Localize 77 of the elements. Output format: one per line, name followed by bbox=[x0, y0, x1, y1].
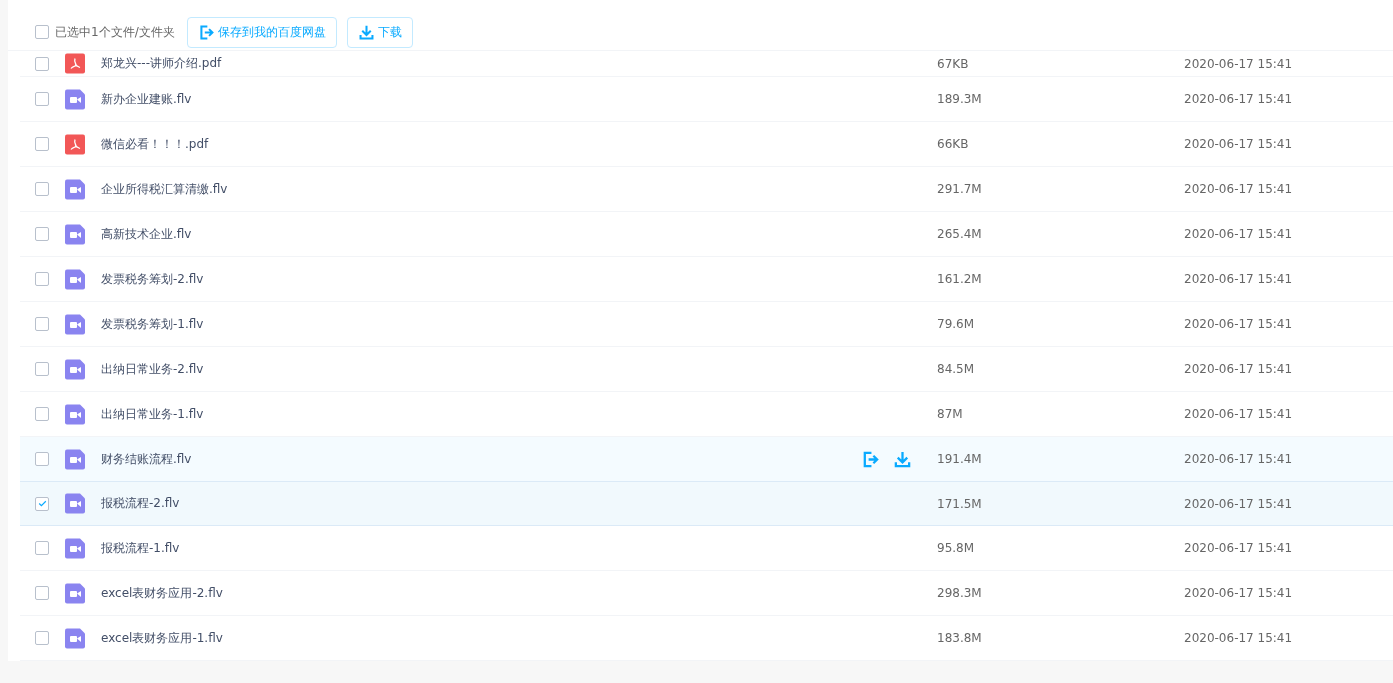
file-size: 183.8M bbox=[937, 631, 983, 645]
modified-date: 2020-06-17 15:41 bbox=[1184, 362, 1293, 376]
checkbox[interactable] bbox=[35, 586, 49, 600]
video-file-icon bbox=[65, 403, 85, 425]
checkbox[interactable] bbox=[35, 25, 49, 39]
checkbox[interactable] bbox=[35, 227, 49, 241]
file-name[interactable]: 微信必看！！！.pdf bbox=[101, 135, 861, 153]
modified-date: 2020-06-17 15:41 bbox=[1184, 317, 1293, 331]
video-file-icon bbox=[65, 537, 85, 559]
pdf-file-icon bbox=[65, 133, 85, 155]
file-name[interactable]: excel表财务应用-2.flv bbox=[101, 584, 861, 602]
file-name[interactable]: 财务结账流程.flv bbox=[101, 450, 861, 468]
file-size: 66KB bbox=[937, 137, 970, 151]
file-size: 171.5M bbox=[937, 496, 983, 511]
file-size: 298.3M bbox=[937, 586, 983, 600]
modified-date: 2020-06-17 15:41 bbox=[1184, 182, 1293, 196]
modified-date: 2020-06-17 15:41 bbox=[1184, 407, 1293, 421]
modified-date: 2020-06-17 15:41 bbox=[1184, 452, 1293, 466]
file-size: 95.8M bbox=[937, 541, 976, 555]
video-file-icon bbox=[65, 313, 85, 335]
checkbox[interactable] bbox=[35, 317, 49, 331]
file-size: 67KB bbox=[937, 56, 970, 71]
checkbox[interactable] bbox=[35, 631, 49, 645]
video-file-icon bbox=[65, 627, 85, 649]
checkbox[interactable] bbox=[35, 496, 49, 511]
file-name[interactable]: excel表财务应用-1.flv bbox=[101, 629, 861, 647]
export-icon bbox=[197, 23, 215, 41]
file-size: 191.4M bbox=[937, 452, 983, 466]
file-size: 84.5M bbox=[937, 362, 976, 376]
file-name[interactable]: 报税流程-1.flv bbox=[101, 539, 861, 557]
checkmark-icon bbox=[36, 498, 48, 509]
checkbox[interactable] bbox=[35, 452, 49, 466]
selection-count-label: 已选中1个文件/文件夹 bbox=[55, 23, 175, 41]
video-file-icon bbox=[65, 178, 85, 200]
file-size: 291.7M bbox=[937, 182, 983, 196]
video-file-icon bbox=[65, 268, 85, 290]
checkbox[interactable] bbox=[35, 56, 49, 71]
modified-date: 2020-06-17 15:41 bbox=[1184, 496, 1293, 511]
video-file-icon bbox=[65, 358, 85, 380]
export-icon[interactable] bbox=[861, 449, 880, 469]
file-name[interactable]: 出纳日常业务-1.flv bbox=[101, 405, 861, 423]
modified-date: 2020-06-17 15:41 bbox=[1184, 586, 1293, 600]
modified-date: 2020-06-17 15:41 bbox=[1184, 227, 1293, 241]
modified-date: 2020-06-17 15:41 bbox=[1184, 56, 1293, 71]
modified-date: 2020-06-17 15:41 bbox=[1184, 272, 1293, 286]
checkbox[interactable] bbox=[35, 137, 49, 151]
checkbox[interactable] bbox=[35, 272, 49, 286]
checkbox[interactable] bbox=[35, 92, 49, 106]
modified-date: 2020-06-17 15:41 bbox=[1184, 541, 1293, 555]
download-icon[interactable] bbox=[893, 449, 912, 469]
file-name[interactable]: 发票税务筹划-1.flv bbox=[101, 315, 861, 333]
modified-date: 2020-06-17 15:41 bbox=[1184, 631, 1293, 645]
file-name[interactable]: 发票税务筹划-2.flv bbox=[101, 270, 861, 288]
modified-date: 2020-06-17 15:41 bbox=[1184, 92, 1293, 106]
file-size: 189.3M bbox=[937, 92, 983, 106]
modified-date: 2020-06-17 15:41 bbox=[1184, 137, 1293, 151]
file-name[interactable]: 郑龙兴---讲师介绍.pdf bbox=[101, 55, 861, 72]
checkbox[interactable] bbox=[35, 182, 49, 196]
video-file-icon bbox=[65, 223, 85, 245]
file-size: 265.4M bbox=[937, 227, 983, 241]
file-size: 79.6M bbox=[937, 317, 976, 331]
file-name[interactable]: 出纳日常业务-2.flv bbox=[101, 360, 861, 378]
pdf-file-icon bbox=[65, 53, 85, 74]
video-file-icon bbox=[65, 493, 85, 514]
download-icon bbox=[357, 23, 375, 41]
video-file-icon bbox=[65, 582, 85, 604]
file-size: 161.2M bbox=[937, 272, 983, 286]
video-file-icon bbox=[65, 448, 85, 470]
checkbox[interactable] bbox=[35, 407, 49, 421]
file-name[interactable]: 新办企业建账.flv bbox=[101, 90, 861, 108]
file-name[interactable]: 企业所得税汇算清缴.flv bbox=[101, 180, 861, 198]
checkbox[interactable] bbox=[35, 362, 49, 376]
file-size: 87M bbox=[937, 407, 964, 421]
checkbox[interactable] bbox=[35, 541, 49, 555]
video-file-icon bbox=[65, 88, 85, 110]
file-name[interactable]: 高新技术企业.flv bbox=[101, 225, 861, 243]
file-name[interactable]: 报税流程-2.flv bbox=[101, 495, 861, 512]
